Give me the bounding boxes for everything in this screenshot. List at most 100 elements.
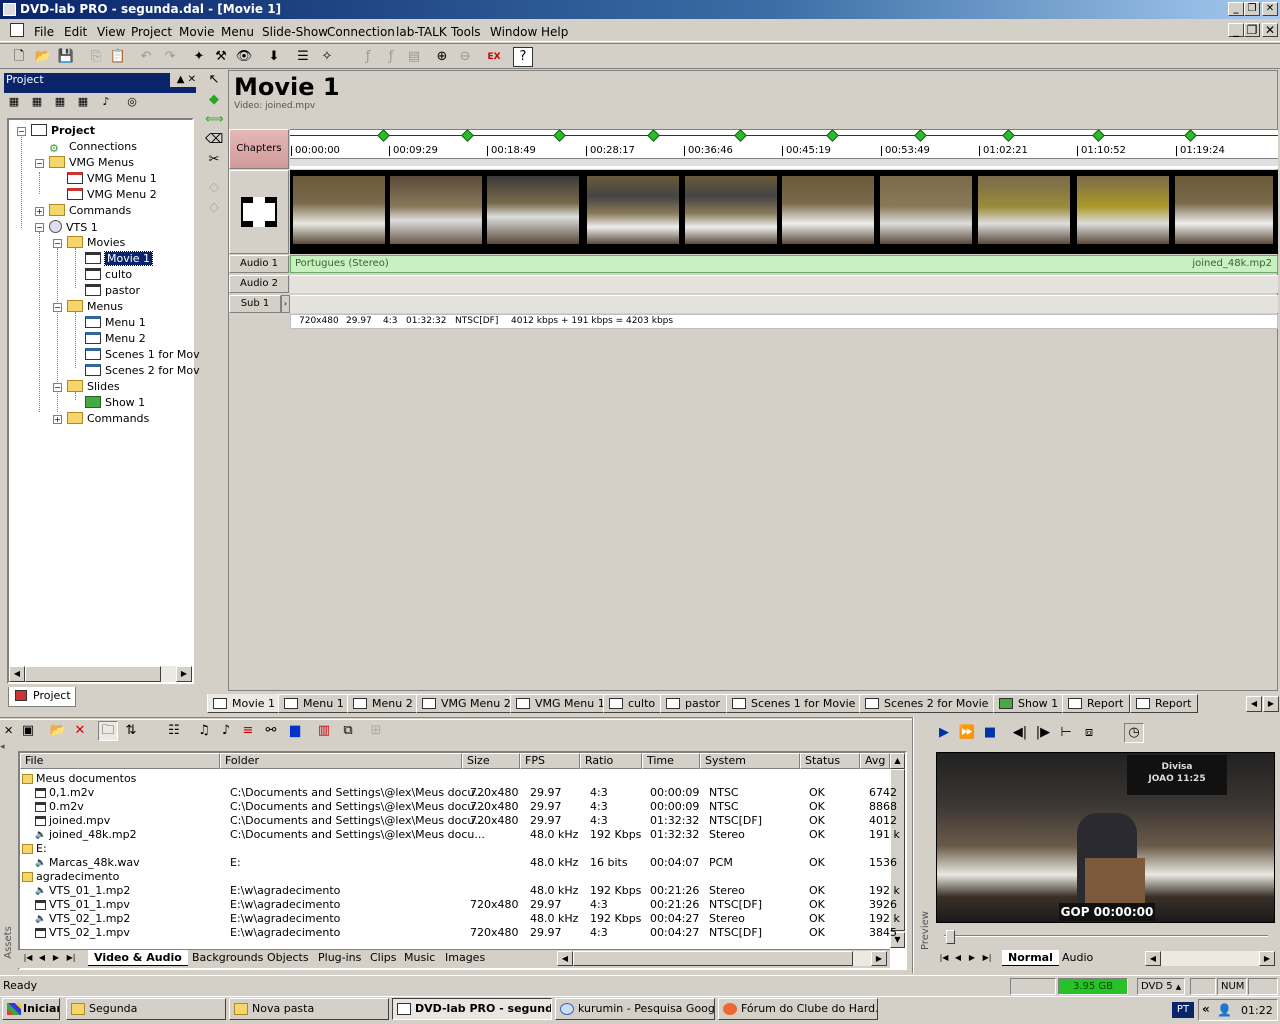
assets-tab-clips[interactable]: Clips	[364, 950, 403, 966]
asset-folder-row[interactable]: E:	[20, 842, 888, 856]
menu-help[interactable]: Help	[541, 25, 568, 39]
preview-seek-slider[interactable]	[944, 930, 1268, 944]
minimize-button[interactable]: _	[1228, 2, 1244, 16]
collapse-icon[interactable]: −	[53, 383, 62, 392]
tools-icon[interactable]: ⚒	[211, 47, 231, 67]
tree-item-culto[interactable]: culto	[85, 268, 132, 282]
col-header-size[interactable]: Size	[462, 753, 520, 769]
tree-item-vmg-menu-2[interactable]: VMG Menu 2	[67, 188, 157, 202]
doc-tab-movie-1[interactable]: Movie 1	[207, 694, 283, 713]
taskbar-item-kurumin[interactable]: kurumin - Pesquisa Googl...	[555, 998, 715, 1020]
collapse-icon[interactable]: −	[35, 223, 44, 232]
assets-tab-plug-ins[interactable]: Plug-ins	[312, 950, 367, 966]
doc-tab-report[interactable]: Report	[1062, 694, 1131, 713]
dfx-icon[interactable]: ƒ	[381, 47, 401, 67]
pointer-icon[interactable]: ↖	[204, 70, 224, 90]
mark-icon[interactable]: ⊢	[1056, 723, 1076, 743]
asset-row[interactable]: 🔈 VTS_01_1.mp2 E:\w\agradecimento 48.0 kHz 1…	[20, 884, 900, 898]
preview-next-icon[interactable]: ▶	[966, 951, 978, 965]
magic-wand-icon[interactable]: ✧	[317, 47, 337, 67]
collapse-icon[interactable]: −	[53, 303, 62, 312]
menu-slide-show[interactable]: Slide-Show	[262, 25, 328, 39]
copy-icon[interactable]: ⎘	[86, 47, 106, 67]
menu-tools[interactable]: Tools	[451, 25, 481, 39]
doc-tab-scenes-2[interactable]: Scenes 2 for Movie 1	[859, 694, 1006, 713]
audio-convert-icon[interactable]: ♫	[194, 721, 214, 741]
undo-icon[interactable]: ↶	[136, 47, 156, 67]
help-icon[interactable]: ?	[513, 47, 533, 67]
asset-folder-row[interactable]: Meus documentos	[20, 772, 888, 786]
tree-item-scenes-1[interactable]: Scenes 1 for Mov	[85, 348, 200, 362]
panel-close-icon[interactable]: ▲ ✕	[170, 73, 196, 87]
assets-tab-video-audio[interactable]: Video & Audio	[88, 950, 188, 966]
film-cut-icon[interactable]: ▥	[314, 721, 334, 741]
add-chapter-icon[interactable]: ◆	[204, 90, 224, 110]
grid-icon[interactable]: ⊞	[366, 721, 386, 741]
menu-view[interactable]: View	[97, 25, 125, 39]
mdi-restore-button[interactable]: ❐	[1244, 23, 1260, 37]
redo-icon[interactable]: ↷	[160, 47, 180, 67]
tree-item-slides[interactable]: Slides	[67, 380, 120, 394]
new-icon[interactable]: 🗋	[9, 47, 29, 67]
asset-folder-row[interactable]: agradecimento	[20, 870, 888, 884]
scroll-right-icon[interactable]: ▶	[871, 951, 887, 966]
binoculars-icon[interactable]: 👁	[234, 47, 254, 67]
doc-tab-pastor[interactable]: pastor	[660, 694, 728, 713]
menu-movie[interactable]: Movie	[179, 25, 215, 39]
tabs-scroll-right-icon[interactable]: ▶	[1263, 696, 1279, 712]
col-header-time[interactable]: Time	[642, 753, 700, 769]
scroll-left-icon[interactable]: ◀	[557, 951, 573, 966]
scroll-right-icon[interactable]: ▶	[176, 666, 192, 682]
mux-icon[interactable]: ⧉	[338, 721, 358, 741]
menu-connection[interactable]: Connection	[327, 25, 395, 39]
menu-file[interactable]: File	[34, 25, 54, 39]
tree-item-commands-2[interactable]: Commands	[67, 412, 149, 426]
link-icon[interactable]: ⚯	[261, 721, 281, 741]
collapse-icon[interactable]: −	[17, 127, 26, 136]
menu-window[interactable]: Window	[490, 25, 537, 39]
add-movie-icon[interactable]: ▦	[50, 92, 70, 112]
close-button[interactable]: ✕	[1262, 2, 1278, 16]
seek-thumb[interactable]	[946, 930, 955, 944]
preview-last-icon[interactable]: ▶|	[980, 951, 994, 965]
stop-icon[interactable]: ■	[980, 723, 1000, 743]
collapse-icon[interactable]: −	[35, 159, 44, 168]
save-icon[interactable]: 💾	[56, 47, 76, 67]
scroll-thumb[interactable]	[573, 951, 853, 966]
expand-icon[interactable]: +	[53, 415, 62, 424]
audio1-track[interactable]: Portugues (Stereo) joined_48k.mp2	[290, 255, 1278, 273]
list-icon[interactable]: ☷	[164, 721, 184, 741]
add-menu-icon[interactable]: ▦	[27, 92, 47, 112]
preview-prev-icon[interactable]: ◀	[952, 951, 964, 965]
tree-item-project[interactable]: Project	[31, 124, 95, 138]
view-mode-icon[interactable]: ▣	[18, 721, 38, 741]
folder-view-icon[interactable]: 🗀	[98, 721, 118, 741]
taskbar-item-nova-pasta[interactable]: Nova pasta	[229, 998, 389, 1020]
doc-tab-scenes-1[interactable]: Scenes 1 for Movie 1	[726, 694, 873, 713]
tree-item-vmg-menu-1[interactable]: VMG Menu 1	[67, 172, 157, 186]
tree-item-vmg-menus[interactable]: VMG Menus	[49, 156, 134, 170]
taskbar-item-forum[interactable]: Fórum do Clube do Hard...	[718, 998, 878, 1020]
scissors-icon[interactable]: ✂	[204, 150, 224, 170]
taskbar-item-segunda[interactable]: Segunda	[66, 998, 226, 1020]
add-vts-icon[interactable]: ◎	[122, 92, 142, 112]
sort-icon[interactable]: ⇅	[121, 721, 141, 741]
scroll-left-icon[interactable]: ◀	[1145, 951, 1161, 966]
col-header-file[interactable]: File	[20, 753, 220, 769]
menu-project[interactable]: Project	[131, 25, 172, 39]
project-tab[interactable]: Project	[8, 687, 76, 707]
tree-item-menu-2[interactable]: Menu 2	[85, 332, 146, 346]
asset-row[interactable]: 0,1.m2v C:\Documents and Settings\@lex\Me…	[20, 786, 897, 800]
assets-tab-images[interactable]: Images	[439, 950, 491, 966]
step-forward-icon[interactable]: |▶	[1033, 723, 1053, 743]
doc-tab-culto[interactable]: culto	[603, 694, 663, 713]
tree-item-menu-1[interactable]: Menu 1	[85, 316, 146, 330]
wizard-icon[interactable]: ✦	[189, 47, 209, 67]
bars-icon[interactable]: ≡	[238, 721, 258, 741]
asset-row[interactable]: VTS_02_1.mpv E:\w\agradecimento 720x480 29.…	[20, 926, 897, 940]
audio2-track[interactable]	[290, 275, 1278, 293]
open-folder-icon[interactable]: 📂	[48, 721, 68, 741]
pro-ex-icon[interactable]: EX	[484, 47, 504, 67]
tab-last-icon[interactable]: ▶|	[64, 951, 78, 965]
tree-item-movie-1[interactable]: Movie 1	[85, 251, 154, 266]
